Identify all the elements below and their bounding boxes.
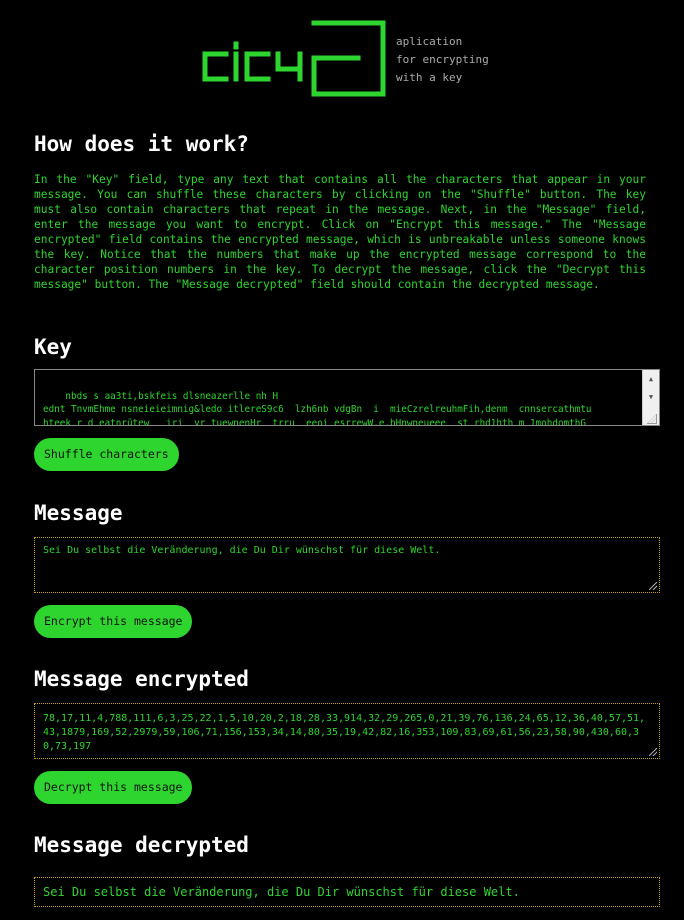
- logo: [202, 20, 386, 97]
- tagline-line-1: aplication: [396, 35, 463, 48]
- key-heading: Key: [34, 335, 72, 359]
- decrypted-heading: Message decrypted: [34, 833, 249, 857]
- decrypt-button[interactable]: Decrypt this message: [34, 771, 193, 804]
- key-scrollbar[interactable]: ▲ ▼: [642, 370, 659, 425]
- message-textarea[interactable]: Sei Du selbst die Veränderung, die Du Di…: [34, 537, 660, 593]
- tagline-line-2: for encrypting: [396, 53, 489, 66]
- resize-grip-icon[interactable]: [647, 414, 657, 424]
- encrypted-heading: Message encrypted: [34, 667, 249, 691]
- scroll-up-icon[interactable]: ▲: [643, 372, 659, 386]
- tagline: aplication for encrypting with a key: [396, 33, 489, 87]
- resize-grip-icon[interactable]: [649, 748, 657, 756]
- message-value: Sei Du selbst die Veränderung, die Du Di…: [43, 545, 441, 556]
- shuffle-button[interactable]: Shuffle characters: [34, 438, 179, 471]
- how-it-works-heading: How does it work?: [34, 132, 249, 156]
- encrypt-button[interactable]: Encrypt this message: [34, 605, 193, 638]
- decrypted-value: Sei Du selbst die Veränderung, die Du Di…: [43, 885, 520, 899]
- encrypted-value: 78,17,11,4,788,111,6,3,25,22,1,5,10,20,2…: [43, 713, 646, 752]
- decrypted-field[interactable]: Sei Du selbst die Veränderung, die Du Di…: [34, 877, 660, 907]
- encrypted-textarea[interactable]: 78,17,11,4,788,111,6,3,25,22,1,5,10,20,2…: [34, 703, 660, 759]
- key-textarea[interactable]: nbds s aa3ti,bskfeis dlsneazerlle nh H e…: [34, 369, 660, 426]
- scroll-down-icon[interactable]: ▼: [643, 390, 659, 404]
- message-heading: Message: [34, 501, 123, 525]
- resize-grip-icon[interactable]: [649, 582, 657, 590]
- tagline-line-3: with a key: [396, 71, 463, 84]
- intro-text: In the "Key" field, type any text that c…: [34, 173, 646, 291]
- key-value: nbds s aa3ti,bskfeis dlsneazerlle nh H e…: [43, 390, 592, 426]
- page: aplication for encrypting with a key How…: [0, 0, 684, 920]
